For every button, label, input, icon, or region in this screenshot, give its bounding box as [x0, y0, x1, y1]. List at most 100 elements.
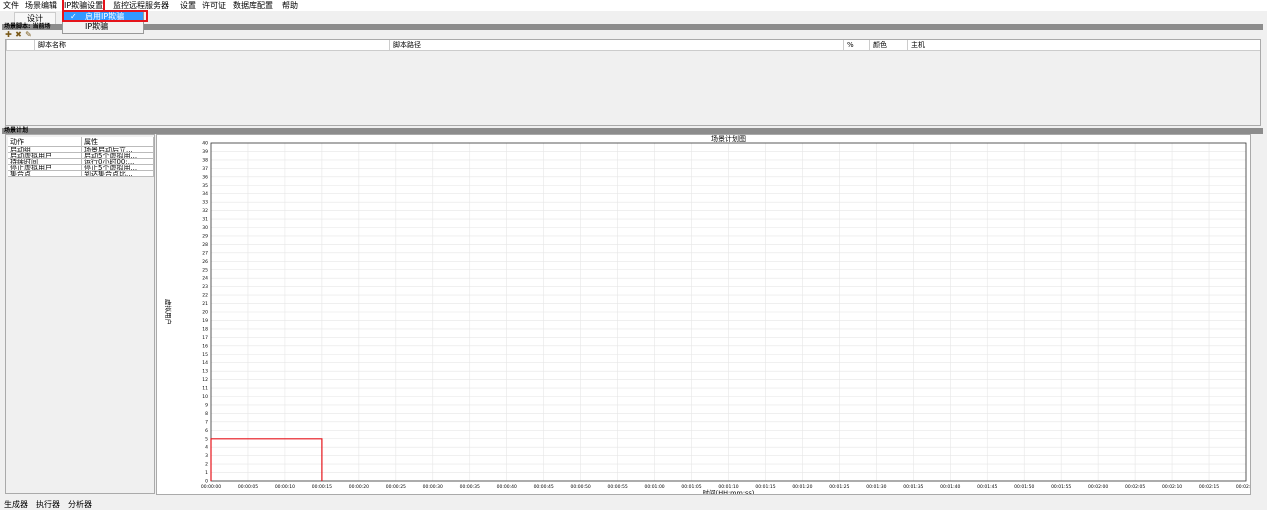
y-axis-label: 虚拟用户 — [164, 299, 173, 325]
y-tick-label: 22 — [202, 293, 208, 299]
bottom-tab-bar: 生成器 执行器 分析器 — [0, 499, 1267, 510]
y-tick-label: 34 — [202, 191, 208, 197]
x-tick-label: 00:02:05 — [1125, 484, 1145, 490]
y-tick-label: 25 — [202, 267, 208, 273]
x-tick-label: 00:01:40 — [940, 484, 960, 490]
column-action: 动作 — [8, 137, 82, 147]
x-tick-label: 00:00:15 — [312, 484, 332, 490]
x-tick-label: 00:00:40 — [497, 484, 517, 490]
x-tick-label: 00:02:10 — [1162, 484, 1182, 490]
actions-table-header: 动作 属性 — [8, 137, 154, 147]
y-tick-label: 24 — [202, 276, 208, 282]
y-tick-label: 38 — [202, 157, 208, 163]
menu-bar: 文件 场景编辑 IP欺骗设置 监控远程服务器 设置 许可证 数据库配置 帮助 — [0, 0, 1267, 13]
chart-title: 场景计划图 — [711, 135, 746, 143]
property-cell: 到达集合点比... — [82, 171, 154, 177]
x-tick-label: 00:01:55 — [1051, 484, 1071, 490]
y-tick-label: 10 — [202, 394, 208, 400]
section-header-scripts: 场景脚本: 当前场 — [2, 24, 1263, 30]
x-tick-label: 00:01:05 — [681, 484, 701, 490]
menu-scenario-edit[interactable]: 场景编辑 — [25, 0, 57, 11]
menu-settings[interactable]: 设置 — [180, 0, 196, 11]
script-toolbar: ✚ ✖ ✎ — [4, 30, 64, 39]
y-tick-label: 35 — [202, 183, 208, 189]
x-tick-label: 00:00:30 — [423, 484, 443, 490]
y-tick-label: 32 — [202, 208, 208, 214]
column-color[interactable]: 颜色 — [869, 40, 907, 50]
y-tick-label: 1 — [205, 470, 208, 476]
y-tick-label: 20 — [202, 310, 208, 316]
x-tick-label: 00:01:25 — [829, 484, 849, 490]
actions-table[interactable]: 动作 属性 启动组 场景启动后立... 启动虚拟用户 启动5个虚拟用... 持续… — [8, 137, 154, 177]
column-script-path[interactable]: 脚本路径 — [389, 40, 843, 50]
x-axis-label: 时间(HH:mm:ss) — [703, 488, 755, 494]
x-tick-label: 00:02:15 — [1199, 484, 1219, 490]
column-percent[interactable]: % — [843, 40, 869, 50]
menu-help[interactable]: 帮助 — [282, 0, 298, 11]
tab-executor[interactable]: 执行器 — [36, 499, 60, 510]
y-tick-label: 33 — [202, 200, 208, 206]
x-tick-label: 00:00:20 — [349, 484, 369, 490]
y-tick-label: 7 — [205, 419, 208, 425]
y-tick-label: 19 — [202, 318, 208, 324]
y-tick-label: 23 — [202, 284, 208, 290]
schedule-series-line — [210, 438, 323, 481]
table-row[interactable]: 集合点 到达集合点比... — [8, 171, 154, 177]
y-tick-label: 13 — [202, 369, 208, 375]
x-tick-label: 00:00:50 — [571, 484, 591, 490]
tab-generator[interactable]: 生成器 — [4, 499, 28, 510]
schedule-actions-panel: 动作 属性 启动组 场景启动后立... 启动虚拟用户 启动5个虚拟用... 持续… — [5, 134, 155, 494]
menu-license[interactable]: 许可证 — [202, 0, 226, 11]
y-tick-label: 36 — [202, 174, 208, 180]
y-tick-label: 39 — [202, 149, 208, 155]
menu-database-config[interactable]: 数据库配置 — [233, 0, 273, 11]
y-tick-label: 40 — [202, 141, 208, 147]
remove-script-icon[interactable]: ✖ — [14, 30, 23, 39]
y-tick-label: 18 — [202, 326, 208, 332]
action-cell: 集合点 — [8, 171, 82, 177]
row-number-header — [6, 40, 34, 50]
x-tick-label: 00:00:35 — [460, 484, 480, 490]
y-tick-label: 9 — [205, 402, 208, 408]
column-script-name[interactable]: 脚本名称 — [34, 40, 389, 50]
x-tick-label: 00:01:15 — [755, 484, 775, 490]
y-tick-label: 11 — [202, 386, 208, 392]
x-tick-label: 00:01:45 — [977, 484, 997, 490]
y-tick-label: 2 — [205, 462, 208, 468]
y-tick-label: 31 — [202, 217, 208, 223]
y-tick-label: 5 — [205, 436, 208, 442]
x-tick-label: 00:01:30 — [866, 484, 886, 490]
script-table-header: 脚本名称 脚本路径 % 颜色 主机 — [6, 40, 1260, 51]
tab-strip — [0, 11, 1267, 23]
y-tick-label: 21 — [202, 301, 208, 307]
menu-file[interactable]: 文件 — [3, 0, 19, 11]
x-tick-label: 00:00:00 — [201, 484, 221, 490]
y-tick-label: 30 — [202, 225, 208, 231]
x-tick-label: 00:00:45 — [534, 484, 554, 490]
x-tick-label: 00:01:20 — [792, 484, 812, 490]
edit-script-icon[interactable]: ✎ — [24, 30, 33, 39]
y-tick-label: 26 — [202, 259, 208, 265]
x-tick-label: 00:01:50 — [1014, 484, 1034, 490]
tab-analyzer[interactable]: 分析器 — [68, 499, 92, 510]
x-tick-label: 00:01:35 — [903, 484, 923, 490]
script-table[interactable]: 脚本名称 脚本路径 % 颜色 主机 — [5, 39, 1261, 126]
add-script-icon[interactable]: ✚ — [4, 30, 13, 39]
y-tick-label: 15 — [202, 352, 208, 358]
dropdown-item-label: IP欺骗 — [85, 22, 109, 31]
y-tick-label: 3 — [205, 453, 208, 459]
schedule-chart: 场景计划图01234567891011121314151617181920212… — [164, 135, 1250, 494]
y-tick-label: 6 — [205, 428, 208, 434]
y-tick-label: 27 — [202, 250, 208, 256]
x-tick-label: 00:00:05 — [238, 484, 258, 490]
schedule-chart-panel: 场景计划图 0 1 2 3 4 5 6 7 8 9 10 11 12 13 14 15 16 17 18 19 20 21 2… — [156, 134, 1251, 495]
x-tick-label: 00:01:00 — [644, 484, 664, 490]
y-tick-label: 14 — [202, 360, 208, 366]
column-property: 属性 — [82, 137, 154, 147]
y-tick-label: 8 — [205, 411, 208, 417]
x-tick-label: 00:00:25 — [386, 484, 406, 490]
x-tick-label: 00:02:00 — [1088, 484, 1108, 490]
column-host[interactable]: 主机 — [907, 40, 1260, 50]
y-tick-label: 37 — [202, 166, 208, 172]
dropdown-item-ip-spoof[interactable]: IP欺骗 — [63, 22, 143, 32]
